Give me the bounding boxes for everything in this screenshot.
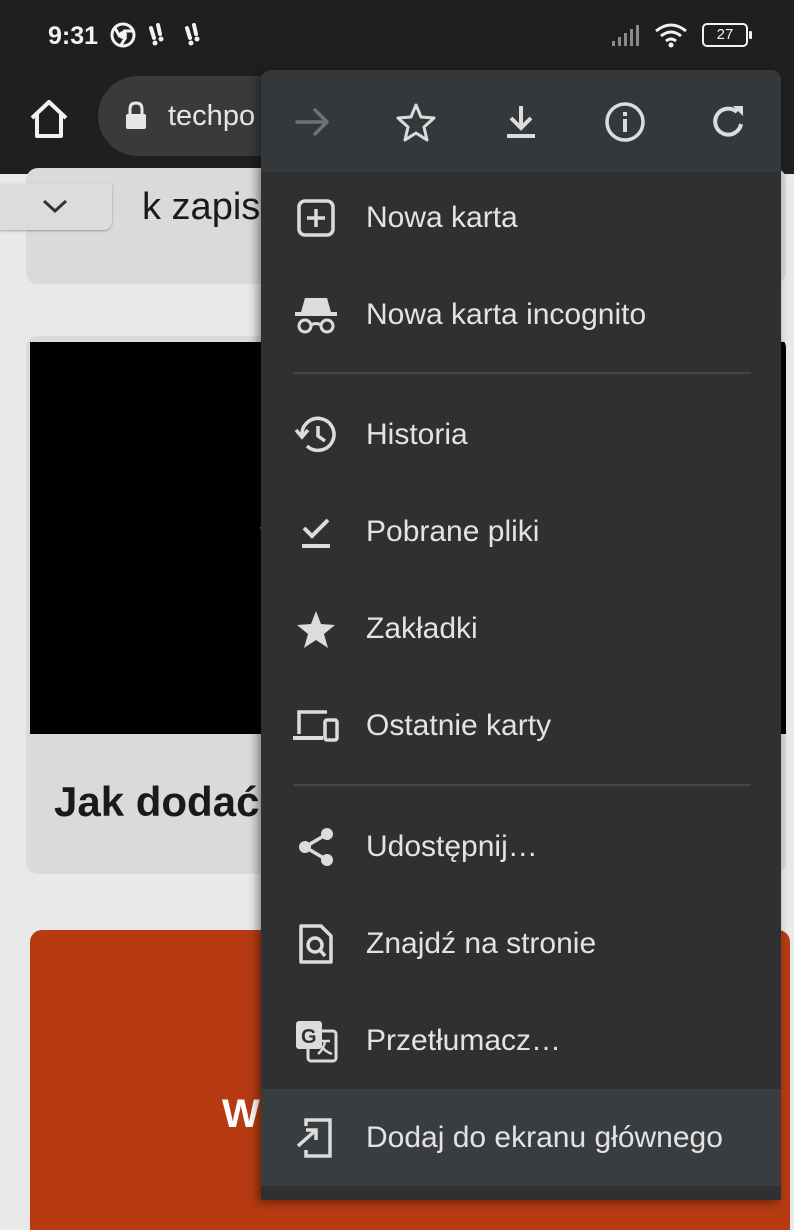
download-button[interactable] bbox=[497, 98, 545, 146]
downloads-check-icon bbox=[291, 507, 341, 557]
download-icon bbox=[507, 106, 535, 138]
status-icons-left bbox=[110, 22, 208, 48]
refresh-button[interactable] bbox=[705, 98, 753, 146]
menu-item-label: Znajdź na stronie bbox=[366, 926, 597, 960]
lock-icon bbox=[124, 101, 148, 131]
star-icon bbox=[291, 604, 341, 654]
menu-item-label: Nowa karta incognito bbox=[366, 297, 647, 331]
status-icons-right: 27 bbox=[610, 22, 752, 48]
menu-item-add-to-home-screen[interactable]: Dodaj do ekranu głównego bbox=[261, 1089, 781, 1186]
history-icon bbox=[291, 410, 341, 460]
menu-item-label: Zakładki bbox=[366, 611, 478, 645]
banner-text: W bbox=[222, 1092, 260, 1136]
notification-icon bbox=[146, 22, 172, 48]
menu-item-label: Nowa karta bbox=[366, 200, 518, 234]
translate-icon: G bbox=[291, 1016, 341, 1066]
menu-divider bbox=[293, 784, 751, 786]
menu-item-label: Historia bbox=[366, 417, 468, 451]
svg-text:G: G bbox=[301, 1026, 317, 1048]
bookmark-star-icon bbox=[396, 103, 436, 142]
menu-item-new-tab[interactable]: Nowa karta bbox=[261, 169, 781, 266]
devices-icon bbox=[291, 701, 341, 751]
menu-item-share[interactable]: Udostępnij… bbox=[261, 798, 781, 895]
chrome-icon bbox=[110, 22, 136, 48]
menu-item-label: Udostępnij… bbox=[366, 829, 538, 863]
menu-item-bookmarks[interactable]: Zakładki bbox=[261, 580, 781, 677]
menu-item-history[interactable]: Historia bbox=[261, 386, 781, 483]
page-info-button[interactable] bbox=[601, 98, 649, 146]
forward-button[interactable] bbox=[289, 98, 337, 146]
menu-divider bbox=[293, 372, 751, 374]
menu-item-translate[interactable]: G Przetłumacz… bbox=[261, 992, 781, 1089]
forward-icon bbox=[295, 108, 329, 136]
notification-icon bbox=[182, 22, 208, 48]
home-icon bbox=[30, 100, 68, 138]
status-bar: 9:31 27 bbox=[0, 0, 794, 70]
home-button[interactable] bbox=[26, 96, 72, 142]
article-title: Jak dodać bbox=[54, 778, 260, 825]
chevron-down-icon bbox=[42, 199, 68, 214]
status-time: 9:31 bbox=[48, 22, 99, 50]
menu-item-label: Pobrane pliki bbox=[366, 514, 540, 548]
menu-item-downloads[interactable]: Pobrane pliki bbox=[261, 483, 781, 580]
incognito-icon bbox=[291, 290, 341, 340]
battery-icon: 27 bbox=[702, 23, 752, 47]
menu-icon-row bbox=[261, 70, 781, 172]
overflow-menu: Nowa karta Nowa karta incognito Historia… bbox=[261, 70, 781, 1200]
url-text: techpo bbox=[168, 99, 256, 132]
refresh-icon bbox=[713, 106, 743, 137]
menu-item-label: Ostatnie karty bbox=[366, 708, 552, 742]
menu-item-incognito[interactable]: Nowa karta incognito bbox=[261, 266, 781, 363]
add-to-home-icon bbox=[291, 1113, 341, 1163]
menu-item-label: Dodaj do ekranu głównego bbox=[366, 1120, 723, 1154]
new-tab-icon bbox=[291, 193, 341, 243]
menu-item-find-in-page[interactable]: Znajdź na stronie bbox=[261, 895, 781, 992]
signal-icon bbox=[610, 23, 640, 47]
wifi-icon bbox=[654, 22, 688, 48]
menu-item-recent-tabs[interactable]: Ostatnie karty bbox=[261, 677, 781, 774]
collapse-button[interactable] bbox=[0, 184, 112, 230]
find-in-page-icon bbox=[291, 919, 341, 969]
share-icon bbox=[291, 822, 341, 872]
info-icon bbox=[605, 102, 645, 142]
bookmark-button[interactable] bbox=[392, 98, 440, 146]
menu-item-label: Przetłumacz… bbox=[366, 1023, 562, 1057]
